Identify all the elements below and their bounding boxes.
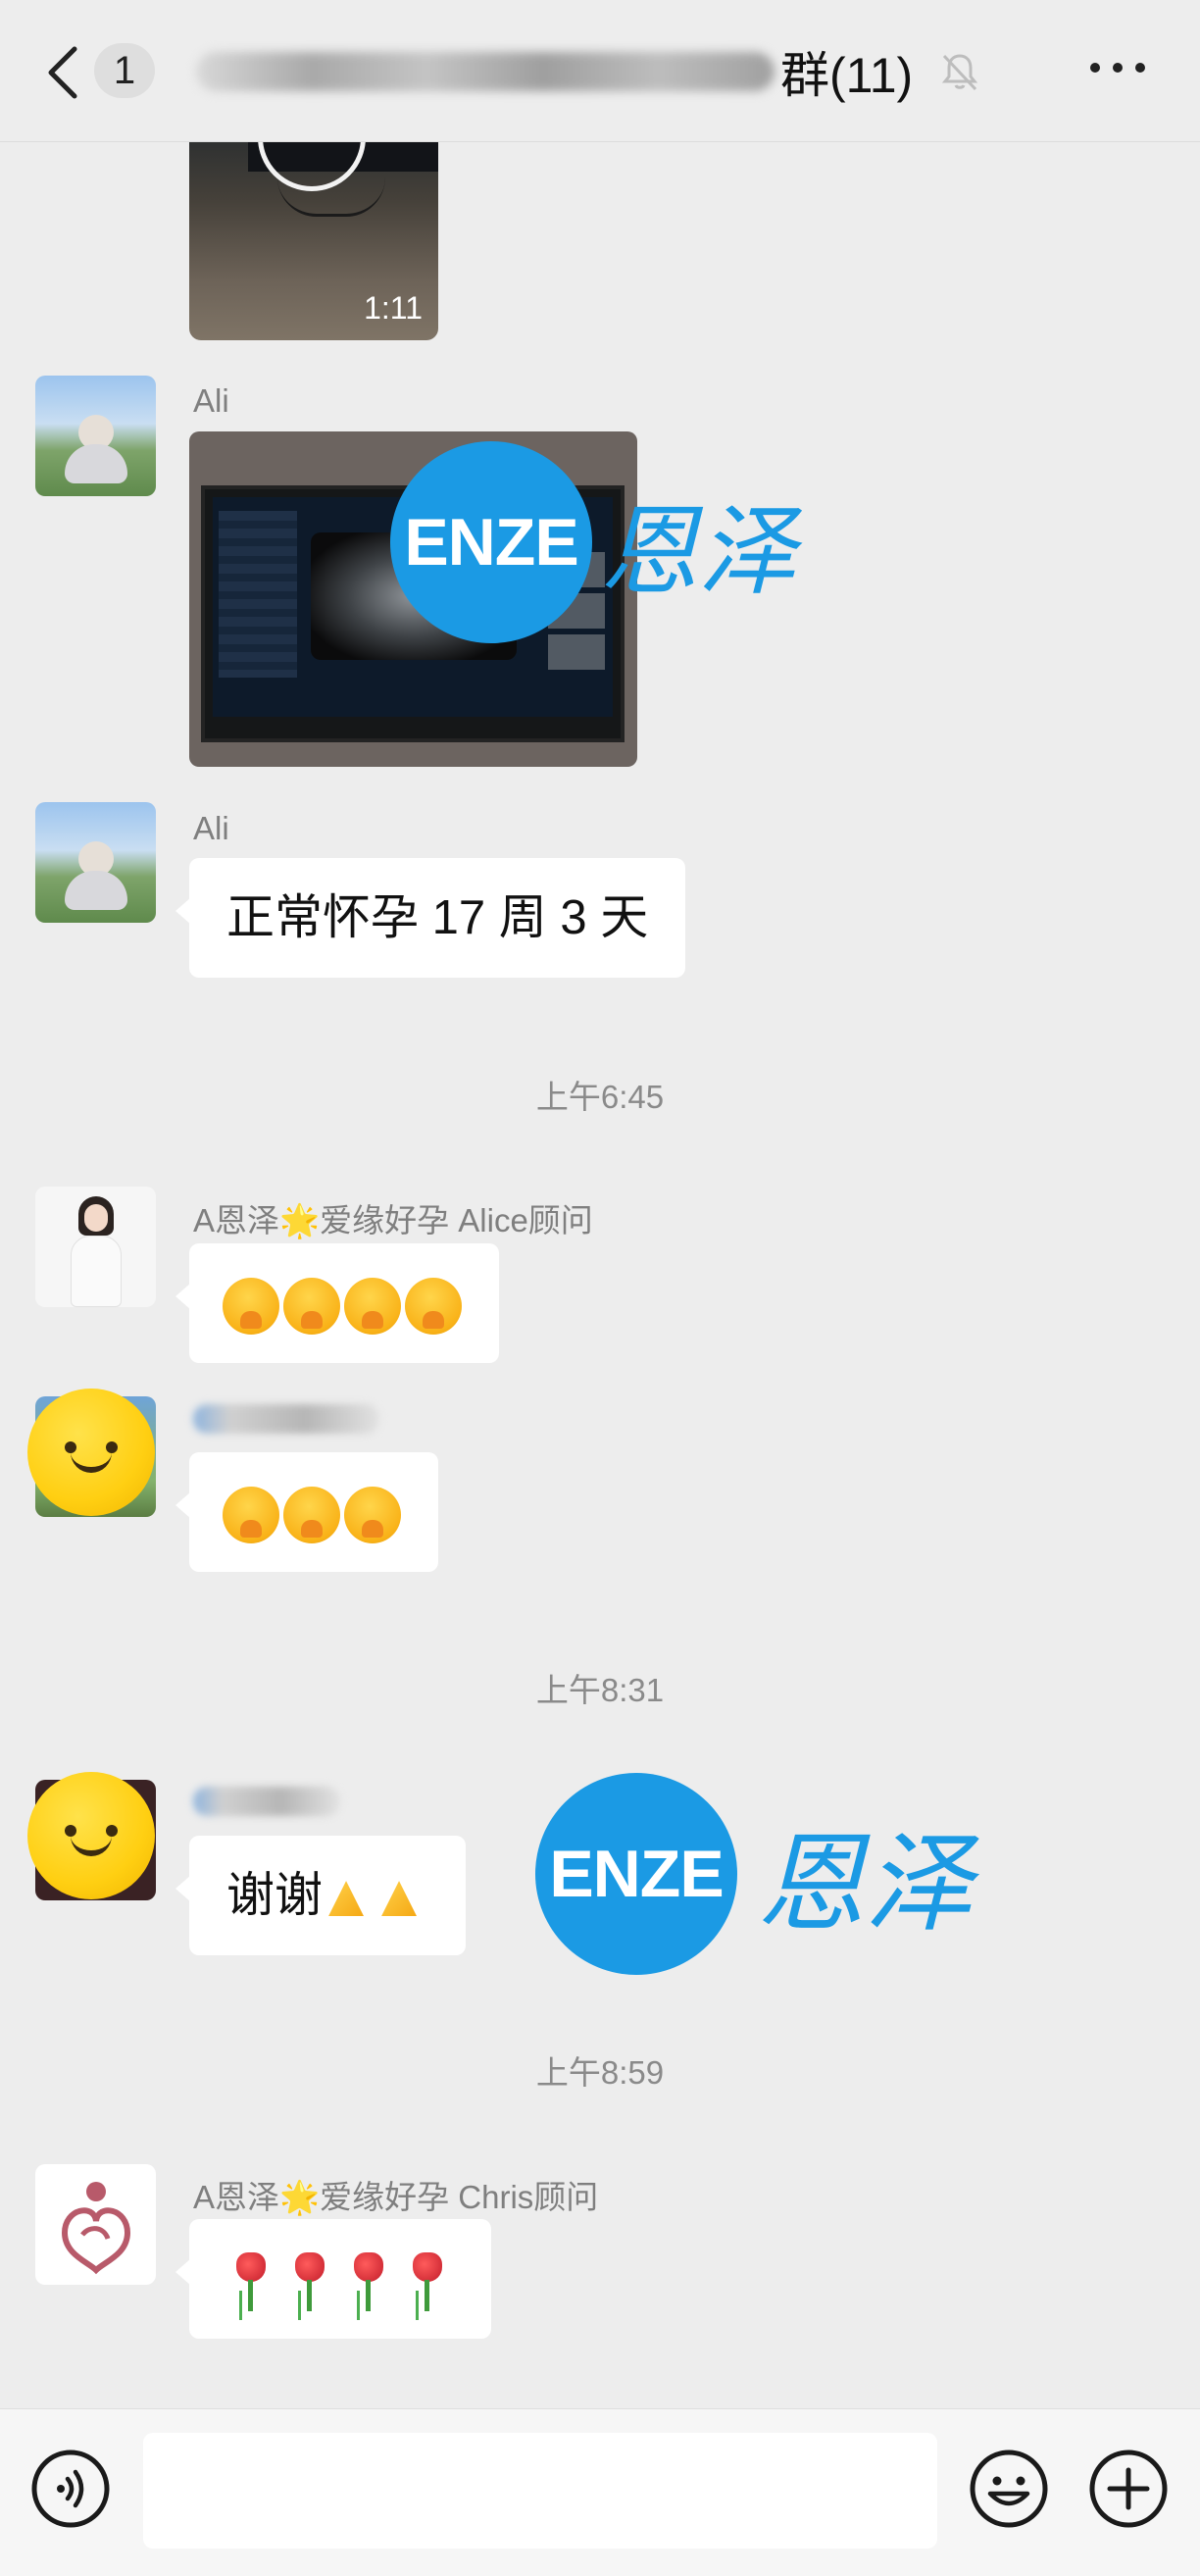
sender-name: Ali [193,382,229,419]
avatar[interactable] [35,802,156,923]
hand-over-mouth-emoji-icon [283,1487,340,1544]
emoji-message-bubble[interactable] [175,1243,499,1363]
enze-watermark: ENZE 恩泽 [390,441,796,643]
hand-over-mouth-emoji-icon [405,1278,462,1336]
avatar[interactable] [35,2164,156,2285]
timestamp: 上午8:31 [535,1672,665,1708]
text-message-bubble[interactable]: 谢谢 [175,1836,467,1955]
group-title: 群(11) [196,37,981,106]
blurred-sender-name [193,1404,379,1434]
hand-over-mouth-emoji-icon [223,1278,279,1336]
chat-header: 1 群(11) [0,0,1200,142]
emoji-message-bubble[interactable] [175,2219,491,2339]
hand-over-mouth-emoji-icon [283,1278,340,1336]
watermark-circle: ENZE [535,1773,737,1975]
folded-hands-emoji-icon [323,1877,370,1920]
muted-bell-icon [942,54,978,91]
hand-over-mouth-emoji-icon [223,1487,279,1544]
sender-name: Ali [193,810,229,846]
back-arrow-icon[interactable] [43,43,82,102]
sender-name: A恩泽🌟爱缘好孕 Chris顾问 [193,2179,599,2215]
group-title-suffix: 群(11) [780,48,914,103]
avatar[interactable] [27,1389,156,1517]
more-functions-plus-icon[interactable] [1088,2449,1169,2529]
video-message[interactable]: 1:11 [189,142,438,340]
sender-name: A恩泽🌟爱缘好孕 Alice顾问 [193,1202,593,1238]
watermark-circle: ENZE [390,441,592,643]
voice-input-icon[interactable] [30,2449,111,2529]
enze-watermark: ENZE 恩泽 [535,1773,973,1975]
emoji-picker-icon[interactable] [969,2449,1049,2529]
unread-count-badge[interactable]: 1 [94,43,155,98]
rose-emoji-icon [399,2250,454,2313]
blurred-group-name [196,52,775,91]
avatar[interactable] [35,1187,156,1307]
watermark-brand: 恩泽 [600,493,796,609]
timestamp: 上午8:59 [535,2054,665,2091]
rose-emoji-icon [281,2250,336,2313]
hand-over-mouth-emoji-icon [344,1487,401,1544]
timestamp: 上午6:45 [535,1079,665,1115]
video-duration: 1:11 [364,290,423,326]
message-input-bar [0,2408,1200,2576]
watermark-brand: 恩泽 [757,1821,973,1946]
hand-over-mouth-emoji-icon [344,1278,401,1336]
blurred-sender-name [193,1787,340,1816]
emoji-message-bubble[interactable] [175,1452,438,1572]
logo-icon [61,2182,131,2275]
avatar[interactable] [27,1772,156,1900]
video-thumbnail-cable [277,177,385,217]
message-text: 谢谢 [226,1869,324,1922]
message-text-input[interactable] [143,2433,937,2549]
folded-hands-emoji-icon [375,1877,423,1920]
text-message-bubble[interactable]: 正常怀孕 17 周 3 天 [175,858,686,978]
avatar[interactable] [35,376,156,496]
more-options-icon[interactable] [1090,63,1145,73]
rose-emoji-icon [340,2250,395,2313]
rose-emoji-icon [223,2250,277,2313]
